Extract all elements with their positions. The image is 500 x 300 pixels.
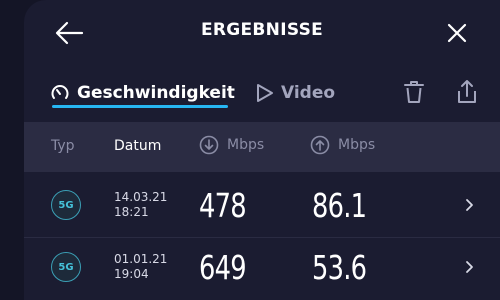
play-icon	[257, 84, 273, 102]
chevron-right-icon	[466, 261, 473, 273]
header: ERGEBNISSE	[24, 0, 500, 62]
column-download[interactable]: Mbps	[199, 135, 264, 155]
column-type[interactable]: Typ	[51, 138, 75, 154]
tab-video[interactable]: Video	[254, 78, 335, 108]
speedometer-icon	[51, 85, 69, 99]
result-datetime: 01.01.21 19:04	[114, 252, 167, 282]
column-upload-label: Mbps	[338, 137, 376, 153]
result-time: 18:21	[114, 205, 149, 219]
share-button[interactable]	[454, 78, 480, 106]
upload-value: 53.6	[312, 248, 367, 287]
column-upload[interactable]: Mbps	[310, 135, 375, 155]
chevron-right-icon	[466, 199, 473, 211]
column-date[interactable]: Datum	[114, 138, 161, 154]
result-date: 14.03.21	[114, 190, 168, 204]
download-arrow-icon	[199, 135, 219, 155]
result-row[interactable]: 5G 01.01.21 19:04 649 53.6	[24, 236, 500, 300]
trash-icon	[404, 81, 424, 103]
download-value: 649	[199, 248, 247, 287]
delete-button[interactable]	[401, 78, 427, 106]
close-button[interactable]	[446, 22, 468, 44]
close-icon	[447, 23, 467, 43]
upload-value: 86.1	[312, 186, 367, 225]
results-panel: ERGEBNISSE Geschwindigkeit Video Typ Dat…	[24, 0, 500, 300]
tab-speed-label: Geschwindigkeit	[77, 83, 235, 103]
active-tab-indicator	[52, 105, 228, 108]
tab-bar: Geschwindigkeit Video	[24, 62, 500, 120]
page-title: ERGEBNISSE	[200, 20, 324, 40]
tab-speed[interactable]: Geschwindigkeit	[50, 78, 235, 108]
network-type-badge: 5G	[51, 252, 81, 282]
column-header: Typ Datum Mbps Mbps	[24, 122, 500, 172]
share-icon	[458, 80, 476, 103]
result-date: 01.01.21	[114, 252, 168, 266]
tab-video-label: Video	[281, 83, 336, 103]
result-row[interactable]: 5G 14.03.21 18:21 478 86.1	[24, 174, 500, 238]
column-download-label: Mbps	[227, 137, 265, 153]
network-type-badge: 5G	[51, 190, 81, 220]
result-datetime: 14.03.21 18:21	[114, 190, 167, 220]
download-value: 478	[199, 186, 247, 225]
upload-arrow-icon	[310, 135, 330, 155]
result-time: 19:04	[114, 267, 149, 281]
